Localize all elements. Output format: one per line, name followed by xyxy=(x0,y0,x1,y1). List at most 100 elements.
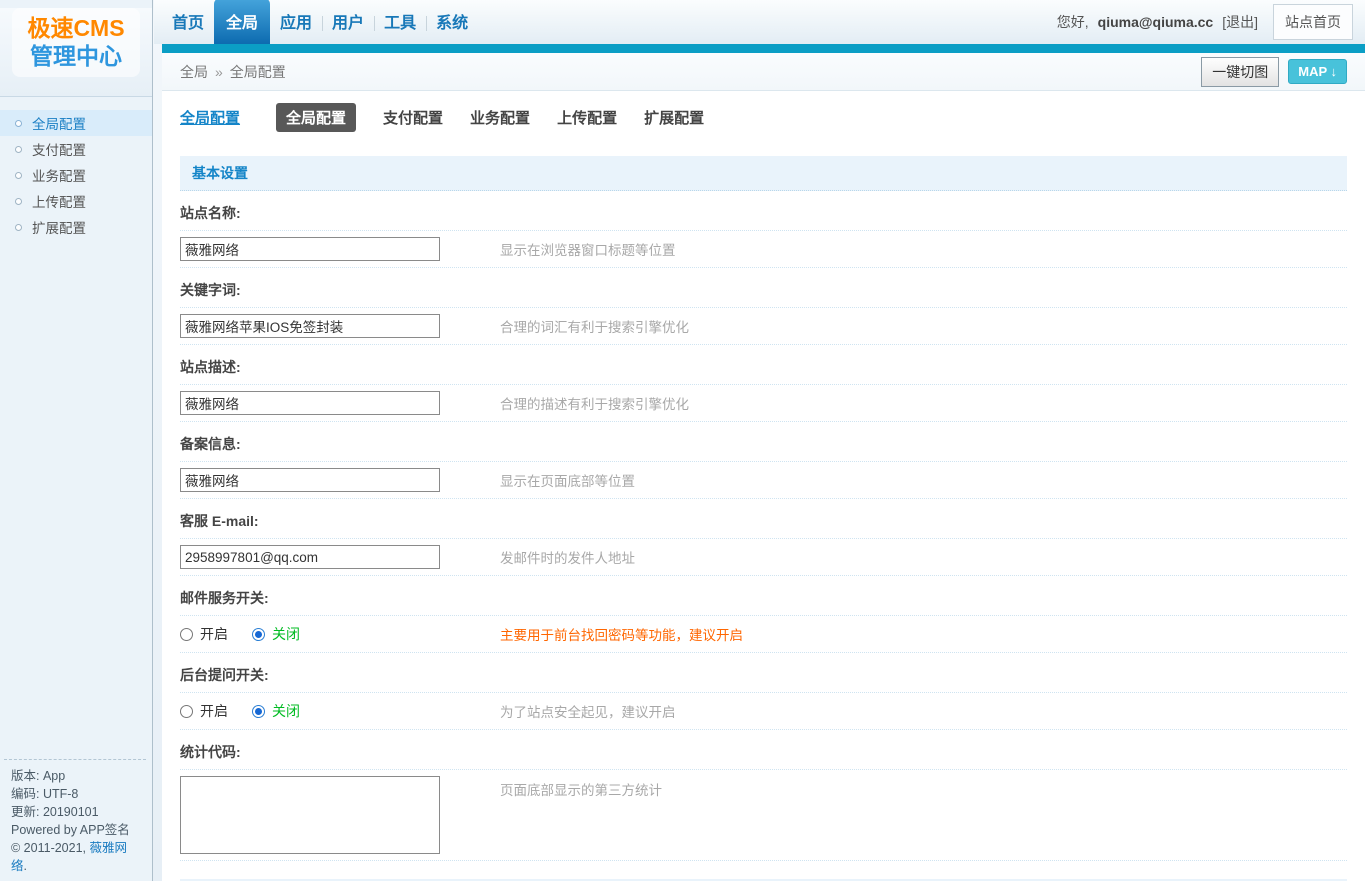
field-control-row: 开启 关闭 主要用于前台找回密码等功能，建议开启 xyxy=(180,616,1347,653)
field-label: 统计代码: xyxy=(180,730,1347,770)
field-input[interactable] xyxy=(180,545,440,569)
user-email: qiuma@qiuma.cc xyxy=(1097,14,1214,30)
sidebar-item-扩展配置[interactable]: 扩展配置 xyxy=(0,214,152,240)
top-header: 首页 全局 应用 用户 工具 系统 您好, qiuma@qiuma.cc [退出] 站点首… xyxy=(154,0,1365,44)
logout-link[interactable]: [退出] xyxy=(1222,12,1258,32)
bullet-icon xyxy=(15,171,22,179)
copyright-prefix: © 2011-2021, xyxy=(11,841,90,855)
field-hint: 合理的描述有利于搜索引擎优化 xyxy=(500,397,689,412)
sidebar-item-label: 全局配置 xyxy=(32,117,86,132)
config-tabs: 全局配置 支付配置 业务配置 上传配置 扩展配置 xyxy=(276,103,731,132)
nav-item-全局[interactable]: 全局 xyxy=(214,0,271,44)
footer-encoding: 编码: UTF-8 xyxy=(11,787,79,801)
one-click-cut-button[interactable]: 一键切图 xyxy=(1201,56,1280,87)
field-input[interactable] xyxy=(180,391,440,415)
breadcrumb-actions: 一键切图 MAP ↓ xyxy=(1201,56,1347,87)
sidebar-item-label: 支付配置 xyxy=(32,143,86,158)
field-label: 关键字词: xyxy=(180,268,1347,308)
radio-group: 开启 关闭 xyxy=(180,699,440,723)
top-nav: 首页 全局 应用 用户 工具 系统 xyxy=(162,0,478,44)
field-hint: 为了站点安全起见，建议开启 xyxy=(500,705,676,720)
page-title-link[interactable]: 全局配置 xyxy=(180,107,240,128)
nav-item-首页[interactable]: 首页 xyxy=(162,9,214,44)
field-textarea[interactable] xyxy=(180,776,440,854)
sidebar-item-业务配置[interactable]: 业务配置 xyxy=(0,162,152,188)
sidebar-item-上传配置[interactable]: 上传配置 xyxy=(0,188,152,214)
logo-line2: 管理中心 xyxy=(30,43,122,69)
page-tabs: 全局配置 全局配置 支付配置 业务配置 上传配置 扩展配置 xyxy=(180,103,1347,132)
bullet-icon xyxy=(15,197,22,205)
sidebar: 极速CMS 管理中心 全局配置 支付配置 业务配置 上传配置 扩展配置 版本: App … xyxy=(0,0,153,881)
radio-option-开启[interactable]: 开启 xyxy=(180,701,228,721)
radio-checked-icon[interactable] xyxy=(252,704,265,718)
field-label: 后台提问开关: xyxy=(180,653,1347,693)
field-input[interactable] xyxy=(180,468,440,492)
footer-version: 版本: App xyxy=(11,769,66,783)
section-basic-settings: 基本设置 xyxy=(180,156,1347,191)
config-tab-扩展配置[interactable]: 扩展配置 xyxy=(644,107,704,128)
radio-option-label: 开启 xyxy=(200,626,228,642)
sidebar-item-全局配置[interactable]: 全局配置 xyxy=(0,110,152,136)
radio-group: 开启 关闭 xyxy=(180,622,440,646)
bullet-icon xyxy=(15,145,22,153)
config-tab-全局配置[interactable]: 全局配置 xyxy=(276,103,357,132)
footer-copyright: © 2011-2021, 薇雅网络. xyxy=(11,839,139,875)
sidebar-item-label: 业务配置 xyxy=(32,169,86,184)
config-tab-业务配置[interactable]: 业务配置 xyxy=(470,107,530,128)
admin-page: 极速CMS 管理中心 全局配置 支付配置 业务配置 上传配置 扩展配置 版本: App … xyxy=(0,0,1365,881)
radio-unchecked-icon[interactable] xyxy=(180,627,193,641)
accent-bar xyxy=(162,44,1365,53)
breadcrumb-separator: » xyxy=(215,63,223,80)
field-hint: 主要用于前台找回密码等功能，建议开启 xyxy=(500,628,743,643)
breadcrumb-parent[interactable]: 全局 xyxy=(180,62,208,82)
radio-option-label: 关闭 xyxy=(272,703,300,719)
field-control-row: 显示在浏览器窗口标题等位置 xyxy=(180,231,1347,268)
sidebar-menu: 全局配置支付配置业务配置上传配置扩展配置 xyxy=(0,110,152,240)
field-label: 备案信息: xyxy=(180,422,1347,462)
nav-item-用户[interactable]: 用户 xyxy=(322,9,374,44)
field-hint: 发邮件时的发件人地址 xyxy=(500,551,635,566)
footer-powered: Powered by APP签名 xyxy=(11,823,130,837)
radio-checked-icon[interactable] xyxy=(252,627,265,641)
field-hint: 显示在浏览器窗口标题等位置 xyxy=(500,243,676,258)
app-logo: 极速CMS 管理中心 xyxy=(12,8,140,77)
copyright-suffix: . xyxy=(23,859,27,873)
field-control-row: 显示在页面底部等位置 xyxy=(180,462,1347,499)
config-tab-支付配置[interactable]: 支付配置 xyxy=(383,107,443,128)
greeting-text: 您好, xyxy=(1056,14,1089,30)
radio-option-关闭[interactable]: 关闭 xyxy=(252,624,300,644)
breadcrumb-bar: 全局 » 全局配置 一键切图 MAP ↓ xyxy=(162,53,1365,91)
sidebar-item-label: 上传配置 xyxy=(32,195,86,210)
form-fields: 站点名称: 显示在浏览器窗口标题等位置关键字词: 合理的词汇有利于搜索引擎优化站点描… xyxy=(180,191,1347,861)
radio-option-开启[interactable]: 开启 xyxy=(180,624,228,644)
field-control-row: 合理的描述有利于搜索引擎优化 xyxy=(180,385,1347,422)
bullet-icon xyxy=(15,223,22,231)
nav-item-工具[interactable]: 工具 xyxy=(374,9,426,44)
nav-item-系统[interactable]: 系统 xyxy=(426,9,478,44)
footer-updated: 更新: 20190101 xyxy=(11,805,99,819)
main-panel: 全局配置 全局配置 支付配置 业务配置 上传配置 扩展配置 基本设置 站点名称: 显示在浏… xyxy=(162,91,1365,881)
site-home-button[interactable]: 站点首页 xyxy=(1273,4,1353,40)
field-control-row: 开启 关闭 为了站点安全起见，建议开启 xyxy=(180,693,1347,730)
radio-unchecked-icon[interactable] xyxy=(180,704,193,718)
field-label: 站点描述: xyxy=(180,345,1347,385)
bullet-icon xyxy=(15,119,22,127)
radio-option-label: 开启 xyxy=(200,703,228,719)
config-tab-上传配置[interactable]: 上传配置 xyxy=(557,107,617,128)
user-box: 您好, qiuma@qiuma.cc [退出] 站点首页 xyxy=(1057,0,1353,44)
map-button[interactable]: MAP ↓ xyxy=(1288,59,1347,84)
nav-item-应用[interactable]: 应用 xyxy=(270,9,322,44)
field-control-row: 发邮件时的发件人地址 xyxy=(180,539,1347,576)
field-control-row: 页面底部显示的第三方统计 xyxy=(180,770,1347,861)
field-hint: 页面底部显示的第三方统计 xyxy=(500,783,662,798)
sidebar-item-label: 扩展配置 xyxy=(32,221,86,236)
radio-option-关闭[interactable]: 关闭 xyxy=(252,701,300,721)
field-label: 客服 E-mail: xyxy=(180,499,1347,539)
field-input[interactable] xyxy=(180,237,440,261)
field-input[interactable] xyxy=(180,314,440,338)
field-label: 站点名称: xyxy=(180,191,1347,231)
logo-area: 极速CMS 管理中心 xyxy=(0,8,152,97)
sidebar-item-支付配置[interactable]: 支付配置 xyxy=(0,136,152,162)
breadcrumb-current: 全局配置 xyxy=(229,63,286,80)
content: 全局配置 全局配置 支付配置 业务配置 上传配置 扩展配置 基本设置 站点名称: 显示在浏… xyxy=(162,91,1365,881)
